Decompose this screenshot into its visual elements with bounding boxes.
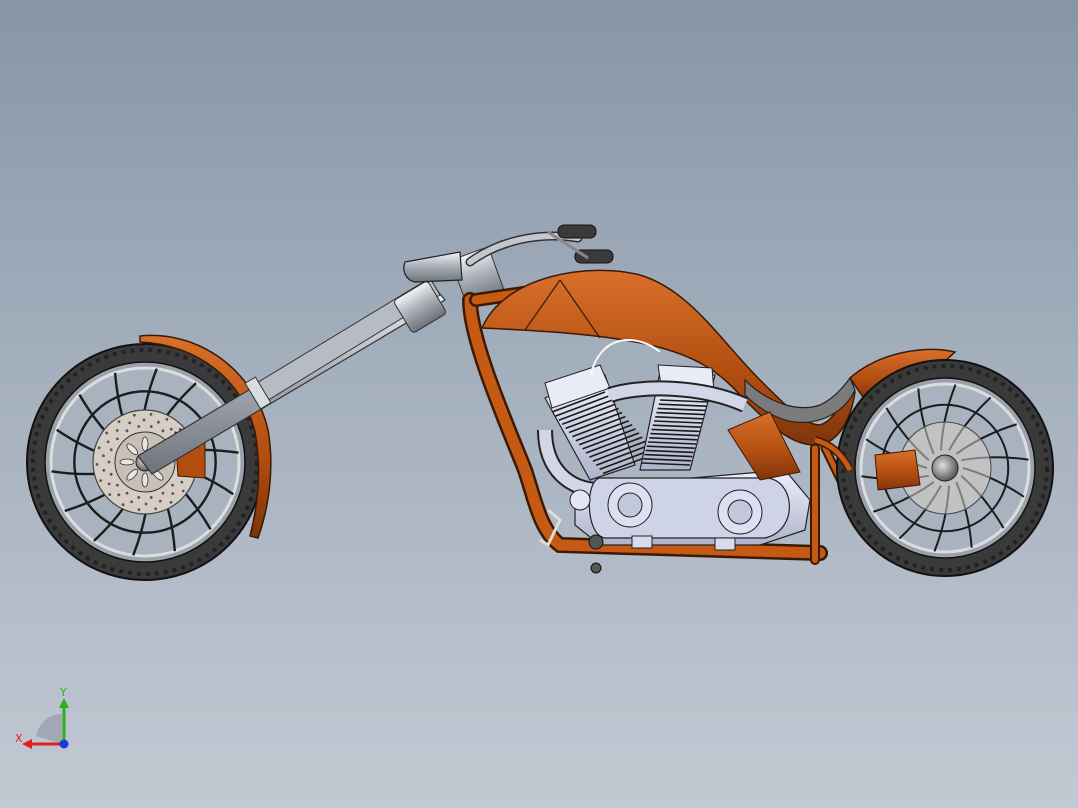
chopper-model[interactable] [0,0,1078,808]
rear-hub [931,454,959,482]
headlight [403,251,463,283]
v-twin-engine [537,339,811,546]
x-axis-label: X [15,732,23,745]
coordinate-triad: Y X [15,686,69,749]
graphics-viewport[interactable]: Y X [0,0,1078,808]
y-axis-label: Y [59,686,67,699]
rear-wheel [836,359,1054,577]
